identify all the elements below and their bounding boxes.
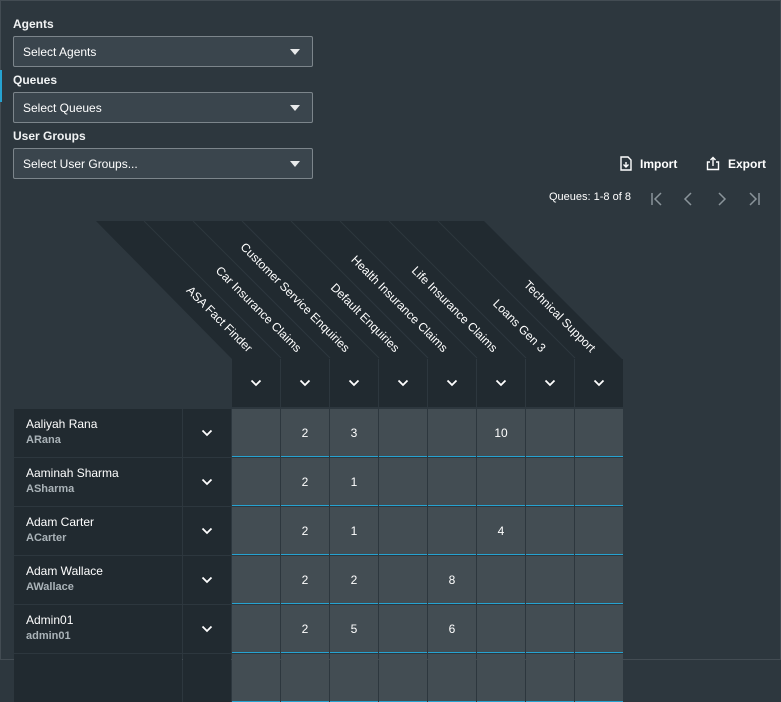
queue-column-dropdown[interactable]	[428, 359, 476, 407]
chevron-down-icon	[446, 379, 458, 387]
agent-row-dropdown[interactable]	[183, 458, 231, 506]
matrix-cell[interactable]	[477, 654, 525, 702]
matrix-cell[interactable]: 1	[330, 458, 378, 506]
matrix-cell[interactable]	[428, 654, 476, 702]
queue-column-dropdown[interactable]	[330, 359, 378, 407]
queue-column-dropdown[interactable]	[477, 359, 525, 407]
matrix-cell[interactable]: 2	[281, 458, 329, 506]
agent-row-header: Adam Wallace AWallace	[14, 556, 182, 604]
chevron-down-icon	[250, 379, 262, 387]
agent-row-dropdown[interactable]	[183, 654, 231, 702]
chevron-down-icon	[201, 478, 213, 486]
agent-row-dropdown[interactable]	[183, 507, 231, 555]
matrix-cell[interactable]: 2	[330, 556, 378, 604]
matrix-cell[interactable]: 2	[281, 605, 329, 653]
chevron-down-icon	[397, 379, 409, 387]
chevron-down-icon	[348, 379, 360, 387]
chevron-down-icon	[299, 379, 311, 387]
agent-row-header: Admin01 admin01	[14, 605, 182, 653]
matrix-cell[interactable]	[379, 458, 427, 506]
matrix-cell[interactable]	[232, 409, 280, 457]
agent-name: Admin01	[26, 613, 74, 627]
chevron-down-icon	[201, 625, 213, 633]
matrix-cell[interactable]	[477, 458, 525, 506]
agent-row-header: Aaminah Sharma ASharma	[14, 458, 182, 506]
matrix-cell[interactable]	[526, 605, 574, 653]
matrix-cell[interactable]	[575, 556, 623, 604]
agent-row-dropdown[interactable]	[183, 605, 231, 653]
agent-row-header: Aaliyah Rana ARana	[14, 409, 182, 457]
matrix-cell[interactable]: 10	[477, 409, 525, 457]
matrix-cell[interactable]	[428, 507, 476, 555]
matrix-cell[interactable]	[575, 507, 623, 555]
matrix-cell[interactable]	[281, 654, 329, 702]
chevron-down-icon	[544, 379, 556, 387]
matrix-cell[interactable]: 2	[281, 556, 329, 604]
chevron-down-icon	[593, 379, 605, 387]
queue-column-dropdown[interactable]	[232, 359, 280, 407]
agent-username: ACarter	[26, 532, 67, 544]
matrix-cell[interactable]	[526, 507, 574, 555]
matrix-cell[interactable]	[379, 654, 427, 702]
agent-name: Aaminah Sharma	[26, 466, 119, 480]
agent-username: admin01	[26, 630, 71, 642]
agent-name: Aaliyah Rana	[26, 417, 98, 431]
matrix-cell[interactable]	[232, 605, 280, 653]
matrix-cell[interactable]	[232, 654, 280, 702]
matrix-cell[interactable]	[526, 556, 574, 604]
matrix-cell[interactable]	[379, 409, 427, 457]
matrix-cell[interactable]	[575, 458, 623, 506]
queue-column-dropdown[interactable]	[526, 359, 574, 407]
matrix-cell[interactable]: 4	[477, 507, 525, 555]
agent-row-dropdown[interactable]	[183, 556, 231, 604]
agent-username: ARana	[26, 434, 61, 446]
matrix-cell[interactable]	[330, 654, 378, 702]
matrix-cell[interactable]	[575, 409, 623, 457]
chevron-down-icon	[201, 429, 213, 437]
matrix-cell[interactable]: 5	[330, 605, 378, 653]
queue-column-dropdown[interactable]	[281, 359, 329, 407]
agent-username: AWallace	[26, 581, 74, 593]
chevron-down-icon	[495, 379, 507, 387]
matrix-cell[interactable]: 3	[330, 409, 378, 457]
matrix-cell[interactable]	[379, 605, 427, 653]
matrix-cell[interactable]	[477, 605, 525, 653]
matrix-cell[interactable]	[232, 458, 280, 506]
chevron-down-icon	[201, 527, 213, 535]
matrix-cell[interactable]: 8	[428, 556, 476, 604]
matrix-cell[interactable]	[232, 556, 280, 604]
matrix-cell[interactable]	[428, 409, 476, 457]
matrix-cell[interactable]	[575, 654, 623, 702]
matrix-cell[interactable]	[379, 507, 427, 555]
agent-username: ASharma	[26, 483, 75, 495]
matrix-cell[interactable]	[428, 458, 476, 506]
matrix-cell[interactable]: 2	[281, 507, 329, 555]
queue-column-dropdown[interactable]	[379, 359, 427, 407]
agent-name: Adam Wallace	[26, 564, 103, 578]
matrix-cell[interactable]: 2	[281, 409, 329, 457]
matrix-cell[interactable]: 1	[330, 507, 378, 555]
agent-row-header: Adam Carter ACarter	[14, 507, 182, 555]
matrix-cell[interactable]	[575, 605, 623, 653]
matrix-cell[interactable]: 6	[428, 605, 476, 653]
matrix-cell[interactable]	[477, 556, 525, 604]
matrix-cell[interactable]	[379, 556, 427, 604]
matrix-cell[interactable]	[526, 409, 574, 457]
agent-row-header	[14, 654, 182, 702]
agent-name: Adam Carter	[26, 515, 95, 529]
chevron-down-icon	[201, 576, 213, 584]
matrix-cell[interactable]	[526, 654, 574, 702]
matrix-cell[interactable]	[526, 458, 574, 506]
queue-column-dropdown[interactable]	[575, 359, 623, 407]
matrix-cell[interactable]	[232, 507, 280, 555]
agent-row-dropdown[interactable]	[183, 409, 231, 457]
